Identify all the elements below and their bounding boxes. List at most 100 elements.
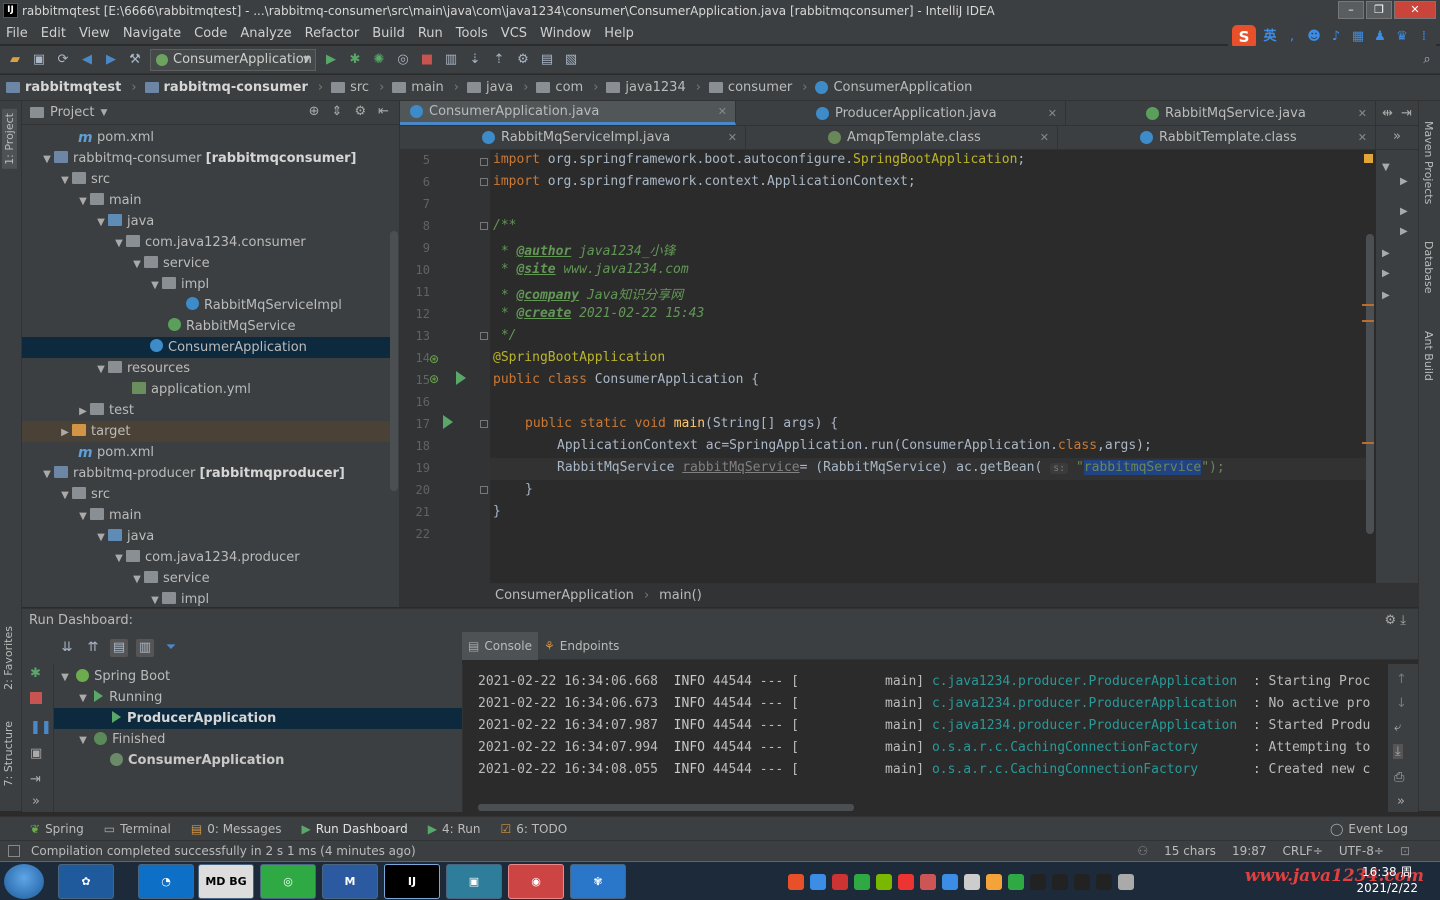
editor-scrollbar-thumb[interactable] (1366, 234, 1374, 534)
crumb-com[interactable]: com (536, 80, 583, 95)
build-icon[interactable]: ⚒ (126, 51, 144, 69)
menu-file[interactable]: File (6, 26, 28, 41)
more-tabs-icon[interactable]: » (1376, 126, 1418, 149)
hide-icon[interactable]: ⇥ (1401, 106, 1412, 121)
warning-indicator-icon[interactable] (1364, 154, 1373, 163)
stop-icon[interactable] (30, 692, 42, 704)
tree-row[interactable]: ▶ target (22, 421, 392, 442)
tray-app-icon[interactable] (920, 873, 936, 890)
back-icon[interactable]: ◀ (78, 51, 96, 69)
spring-bean-icon[interactable]: ⊛ (429, 372, 439, 386)
print-icon[interactable]: ⎙ (1394, 770, 1404, 785)
maven-tree-arrow-icon[interactable]: ▶ (1400, 206, 1408, 217)
tree-row[interactable]: m pom.xml (22, 127, 392, 148)
settings-icon[interactable]: ⚙ (514, 51, 532, 69)
taskbar-folder-icon[interactable]: ▣ (446, 864, 502, 899)
expand-all-icon[interactable]: ⇊ (58, 639, 76, 657)
crumb-java1234[interactable]: java1234 (606, 80, 686, 95)
menu-run[interactable]: Run (418, 26, 443, 41)
menu-tools[interactable]: Tools (456, 26, 488, 41)
more-icon[interactable]: » (1397, 794, 1405, 809)
tab-todo[interactable]: ☑ 6: TODO (500, 822, 567, 836)
tab-producer-application[interactable]: ProducerApplication.java ✕ (736, 101, 1066, 125)
spring-bean-icon[interactable]: ⊛ (429, 352, 439, 366)
run-configuration-select[interactable]: ConsumerApplication (150, 48, 316, 71)
open-folder-icon[interactable]: ▰ (6, 51, 24, 69)
menu-grid-icon[interactable]: ⁞ (1416, 29, 1432, 45)
close-button[interactable]: ✕ (1394, 1, 1436, 19)
project-scrollbar[interactable] (390, 231, 398, 491)
tab-amqp-template[interactable]: AmqpTemplate.class ✕ (746, 126, 1058, 149)
maven-tree-arrow-icon[interactable]: ▶ (1400, 226, 1408, 237)
tree-running[interactable]: ▼ Running (76, 687, 162, 708)
expand-arrow-icon[interactable]: ▼ (76, 191, 90, 212)
debug-icon[interactable]: ✱ (30, 666, 41, 681)
tree-row[interactable]: ▼ com.java1234.consumer (22, 232, 392, 253)
close-tab-icon[interactable]: ✕ (1040, 131, 1049, 144)
tree-row[interactable]: ▼ main (22, 190, 392, 211)
volume-icon[interactable] (1118, 873, 1134, 890)
close-tab-icon[interactable]: ✕ (1048, 107, 1057, 120)
expand-arrow-icon[interactable]: ▼ (76, 688, 90, 709)
skin-icon[interactable]: ♛ (1394, 29, 1410, 45)
sdk-icon[interactable]: ▤ (538, 51, 556, 69)
scroll-down-icon[interactable]: ↓ (1396, 696, 1407, 711)
expand-arrow-icon[interactable]: ▼ (58, 667, 72, 688)
expand-arrow-icon[interactable]: ▼ (76, 506, 90, 527)
fold-marker-icon[interactable] (480, 222, 488, 230)
expand-arrow-icon[interactable]: ▼ (58, 170, 72, 191)
tab-messages[interactable]: ▤ 0: Messages (191, 822, 282, 836)
qq-tray-icon[interactable] (1074, 873, 1090, 890)
tray-app-icon[interactable] (898, 873, 914, 890)
menu-analyze[interactable]: Analyze (240, 26, 291, 41)
vcs-commit-icon[interactable]: ⇡ (490, 51, 508, 69)
line-separator[interactable]: CRLF÷ (1283, 841, 1323, 861)
expand-arrow-icon[interactable]: ▼ (94, 527, 108, 548)
editor-crumb-class[interactable]: ConsumerApplication (495, 588, 634, 603)
tree-row[interactable]: ▼ java (22, 211, 392, 232)
menu-build[interactable]: Build (372, 26, 405, 41)
structure-tool-tab[interactable]: 7: Structure (2, 721, 15, 786)
sogou-tray-icon[interactable] (788, 873, 804, 890)
expand-arrow-icon[interactable]: ▼ (130, 569, 144, 590)
shield-tray-icon[interactable] (854, 873, 870, 890)
tab-run-dashboard[interactable]: ▶ Run Dashboard (302, 822, 408, 836)
ime-language[interactable]: 英 (1262, 29, 1278, 45)
run-icon[interactable]: ▶ (322, 51, 340, 69)
warning-marker[interactable] (1362, 442, 1374, 444)
help-icon[interactable]: ⚇ (1137, 841, 1148, 861)
group-by-config-icon[interactable]: ▥ (136, 639, 154, 657)
tray-app-icon[interactable] (964, 873, 980, 890)
taskbar-intellij-icon[interactable]: IJ (384, 864, 440, 899)
microphone-icon[interactable]: ♪ (1328, 29, 1344, 45)
close-tab-icon[interactable]: ✕ (718, 105, 727, 118)
emoji-icon[interactable]: ☻ (1306, 29, 1322, 45)
tree-row[interactable]: ▼ rabbitmq-consumer [rabbitmqconsumer] (22, 148, 392, 169)
tray-app-icon[interactable] (986, 873, 1002, 890)
synchronize-icon[interactable]: ⟳ (54, 51, 72, 69)
crumb-project[interactable]: rabbitmqtest (6, 80, 121, 95)
caret-position[interactable]: 19:87 (1232, 841, 1267, 861)
tab-rabbitmq-service-impl[interactable]: RabbitMqServiceImpl.java ✕ (400, 126, 746, 149)
tab-event-log[interactable]: ◯ Event Log (1330, 822, 1408, 836)
collapse-all-icon[interactable]: ⇈ (84, 639, 102, 657)
tree-row[interactable]: ▼ impl (22, 274, 392, 295)
expand-arrow-icon[interactable]: ▼ (58, 485, 72, 506)
maven-tree-arrow-icon[interactable]: ▶ (1382, 290, 1390, 301)
tree-finished[interactable]: ▼ Finished (76, 729, 165, 750)
maven-tree-arrow-icon[interactable]: ▼ (1382, 162, 1390, 173)
crumb-main[interactable]: main (392, 80, 444, 95)
soft-wrap-icon[interactable]: ⤶ (1394, 720, 1401, 735)
minimize-button[interactable]: – (1338, 1, 1364, 19)
tab-spring[interactable]: ❦ Spring (30, 822, 84, 836)
project-tool-tab[interactable]: 1: Project (2, 109, 17, 169)
warning-marker[interactable] (1362, 304, 1374, 306)
save-all-icon[interactable]: ▣ (30, 51, 48, 69)
crumb-src[interactable]: src (331, 80, 369, 95)
forward-icon[interactable]: ▶ (102, 51, 120, 69)
taskbar-app-icon[interactable]: ✾ (570, 864, 626, 899)
taskbar-browser-icon[interactable]: ◔ (138, 864, 194, 899)
tree-row[interactable]: ▼ main (22, 505, 392, 526)
expand-arrow-icon[interactable]: ▼ (40, 464, 54, 485)
vcs-update-icon[interactable]: ⇣ (466, 51, 484, 69)
